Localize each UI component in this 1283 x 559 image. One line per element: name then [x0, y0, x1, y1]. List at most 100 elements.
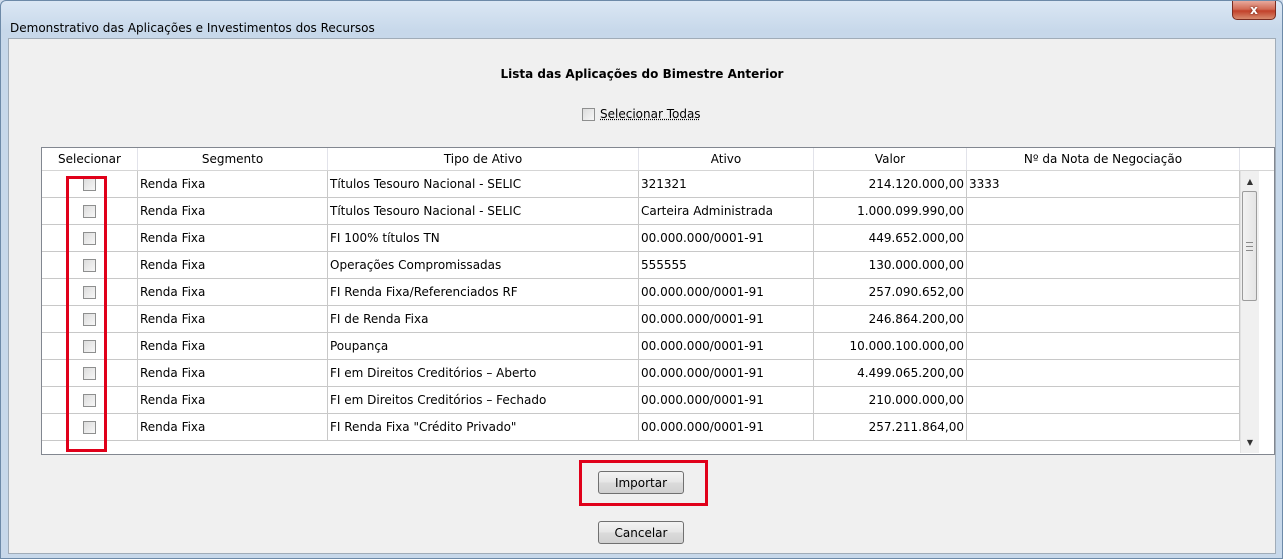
ativo-cell: 00.000.000/0001-91: [639, 225, 814, 252]
ativo-cell: 00.000.000/0001-91: [639, 387, 814, 414]
segmento-cell: Renda Fixa: [138, 414, 328, 441]
table-row[interactable]: Renda Fixa FI Renda Fixa/Referenciados RF…: [42, 279, 1240, 306]
valor-cell: 257.211.864,00: [814, 414, 967, 441]
row-select-cell[interactable]: [42, 414, 138, 441]
ativo-cell: 555555: [639, 252, 814, 279]
table-row[interactable]: Renda Fixa Títulos Tesouro Nacional - SEL…: [42, 171, 1240, 198]
tipo-de-ativo-cell: FI de Renda Fixa: [328, 306, 639, 333]
segmento-cell: Renda Fixa: [138, 198, 328, 225]
table-row[interactable]: Renda Fixa Operações Compromissadas 555555…: [42, 252, 1240, 279]
ativo-cell: Carteira Administrada: [639, 198, 814, 225]
cancel-button[interactable]: Cancelar: [598, 521, 684, 544]
tipo-de-ativo-cell: FI em Direitos Creditórios – Fechado: [328, 387, 639, 414]
ativo-cell: 321321: [639, 171, 814, 198]
segmento-cell: Renda Fixa: [138, 333, 328, 360]
row-select-cell[interactable]: [42, 387, 138, 414]
row-select-cell[interactable]: [42, 225, 138, 252]
valor-cell: 10.000.100.000,00: [814, 333, 967, 360]
select-all-label[interactable]: Selecionar Todas: [600, 107, 701, 121]
column-header-selecionar[interactable]: Selecionar: [42, 148, 138, 170]
nota-cell: [967, 387, 1240, 414]
column-header-ativo[interactable]: Ativo: [639, 148, 814, 170]
segmento-cell: Renda Fixa: [138, 387, 328, 414]
title-bar[interactable]: Demonstrativo das Aplicações e Investime…: [1, 1, 1282, 37]
tipo-de-ativo-cell: FI 100% títulos TN: [328, 225, 639, 252]
row-checkbox[interactable]: [83, 204, 96, 218]
valor-cell: 449.652.000,00: [814, 225, 967, 252]
nota-cell: [967, 414, 1240, 441]
row-checkbox[interactable]: [83, 312, 96, 326]
close-icon: x: [1250, 3, 1258, 17]
table-row[interactable]: Renda Fixa FI Renda Fixa "Crédito Privado…: [42, 414, 1240, 441]
row-checkbox[interactable]: [83, 339, 96, 353]
row-select-cell[interactable]: [42, 252, 138, 279]
row-select-cell[interactable]: [42, 171, 138, 198]
valor-cell: 210.000.000,00: [814, 387, 967, 414]
segmento-cell: Renda Fixa: [138, 225, 328, 252]
row-checkbox[interactable]: [83, 177, 96, 191]
column-header-segmento[interactable]: Segmento: [138, 148, 328, 170]
select-all-checkbox[interactable]: Selecionar Todas: [582, 107, 701, 121]
valor-cell: 4.499.065.200,00: [814, 360, 967, 387]
vertical-scrollbar[interactable]: ▲ ▼: [1240, 171, 1259, 453]
column-header-tipo-de-ativo[interactable]: Tipo de Ativo: [328, 148, 639, 170]
ativo-cell: 00.000.000/0001-91: [639, 360, 814, 387]
table-row[interactable]: Renda Fixa FI em Direitos Creditórios – A…: [42, 360, 1240, 387]
segmento-cell: Renda Fixa: [138, 171, 328, 198]
applications-table: Selecionar Segmento Tipo de Ativo Ativo …: [41, 147, 1275, 455]
tipo-de-ativo-cell: FI Renda Fixa/Referenciados RF: [328, 279, 639, 306]
nota-cell: [967, 306, 1240, 333]
tipo-de-ativo-cell: FI em Direitos Creditórios – Aberto: [328, 360, 639, 387]
nota-cell: [967, 279, 1240, 306]
segmento-cell: Renda Fixa: [138, 306, 328, 333]
dialog-body: Lista das Aplicações do Bimestre Anterio…: [8, 38, 1276, 554]
valor-cell: 246.864.200,00: [814, 306, 967, 333]
tipo-de-ativo-cell: Poupança: [328, 333, 639, 360]
row-select-cell[interactable]: [42, 306, 138, 333]
table-row[interactable]: Renda Fixa Poupança 00.000.000/0001-91 10.0…: [42, 333, 1240, 360]
row-checkbox[interactable]: [83, 231, 96, 245]
import-button[interactable]: Importar: [598, 471, 684, 494]
nota-cell: [967, 360, 1240, 387]
close-button[interactable]: x: [1232, 1, 1276, 20]
nota-cell: [967, 225, 1240, 252]
nota-cell: [967, 252, 1240, 279]
table-row[interactable]: Renda Fixa FI de Renda Fixa 00.000.000/000…: [42, 306, 1240, 333]
row-checkbox[interactable]: [83, 420, 96, 434]
tipo-de-ativo-cell: Operações Compromissadas: [328, 252, 639, 279]
column-header-nota[interactable]: Nº da Nota de Negociação: [967, 148, 1240, 170]
ativo-cell: 00.000.000/0001-91: [639, 333, 814, 360]
row-checkbox[interactable]: [83, 366, 96, 380]
row-select-cell[interactable]: [42, 360, 138, 387]
ativo-cell: 00.000.000/0001-91: [639, 414, 814, 441]
tipo-de-ativo-cell: FI Renda Fixa "Crédito Privado": [328, 414, 639, 441]
table-row[interactable]: Renda Fixa Títulos Tesouro Nacional - SEL…: [42, 198, 1240, 225]
row-checkbox[interactable]: [83, 285, 96, 299]
row-select-cell[interactable]: [42, 333, 138, 360]
valor-cell: 214.120.000,00: [814, 171, 967, 198]
valor-cell: 130.000.000,00: [814, 252, 967, 279]
tipo-de-ativo-cell: Títulos Tesouro Nacional - SELIC: [328, 198, 639, 225]
table-body: Renda Fixa Títulos Tesouro Nacional - SEL…: [42, 171, 1240, 441]
scroll-up-arrow-icon[interactable]: ▲: [1241, 173, 1259, 190]
window-title: Demonstrativo das Aplicações e Investime…: [10, 21, 375, 35]
column-header-valor[interactable]: Valor: [814, 148, 967, 170]
valor-cell: 257.090.652,00: [814, 279, 967, 306]
row-checkbox[interactable]: [83, 393, 96, 407]
list-title: Lista das Aplicações do Bimestre Anterio…: [500, 67, 784, 81]
table-row[interactable]: Renda Fixa FI 100% títulos TN 00.000.000/0…: [42, 225, 1240, 252]
row-checkbox[interactable]: [83, 258, 96, 272]
row-select-cell[interactable]: [42, 279, 138, 306]
nota-cell: 3333: [967, 171, 1240, 198]
segmento-cell: Renda Fixa: [138, 279, 328, 306]
nota-cell: [967, 333, 1240, 360]
grip-icon: [1246, 241, 1253, 251]
scroll-down-arrow-icon[interactable]: ▼: [1241, 434, 1259, 451]
table-row[interactable]: Renda Fixa FI em Direitos Creditórios – F…: [42, 387, 1240, 414]
ativo-cell: 00.000.000/0001-91: [639, 306, 814, 333]
table-header: Selecionar Segmento Tipo de Ativo Ativo …: [42, 148, 1274, 171]
row-select-cell[interactable]: [42, 198, 138, 225]
segmento-cell: Renda Fixa: [138, 360, 328, 387]
scroll-thumb[interactable]: [1242, 191, 1257, 301]
select-all-checkbox-box[interactable]: [582, 107, 595, 121]
